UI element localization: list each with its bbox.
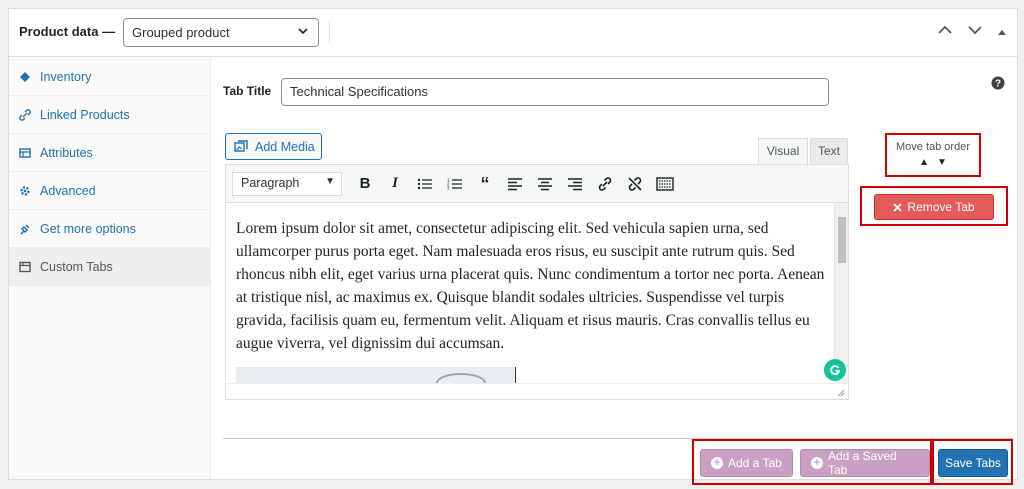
plugin-icon (20, 223, 30, 235)
editor-content[interactable]: Lorem ipsum dolor sit amet, consectetur … (226, 203, 836, 385)
tab-visual[interactable]: Visual (758, 138, 808, 164)
editor-toolbar: Paragraph ▼ B I 123 “ (226, 165, 848, 203)
svg-text:3: 3 (447, 185, 450, 190)
header-divider (329, 21, 330, 43)
product-data-title: Product data — (19, 24, 116, 39)
add-tab-label: Add a Tab (728, 456, 782, 470)
unlink-icon[interactable] (624, 173, 646, 195)
move-tab-order-label: Move tab order (896, 141, 970, 153)
format-select[interactable]: Paragraph ▼ (232, 171, 342, 196)
add-tab-buttons-highlight: + Add a Tab + Add a Saved Tab (692, 439, 932, 485)
save-tabs-highlight: Save Tabs (932, 439, 1013, 485)
resize-handle-icon[interactable] (837, 389, 845, 397)
chevron-down-icon (296, 24, 310, 41)
sidebar-item-label: Advanced (40, 183, 96, 198)
link-icon (19, 108, 31, 121)
sidebar-item-inventory[interactable]: Inventory (9, 58, 210, 96)
help-icon[interactable]: ? (991, 76, 1005, 95)
remove-tab-highlight: Remove Tab (860, 186, 1008, 226)
add-media-button[interactable]: Add Media (225, 133, 322, 160)
editor-scrollbar[interactable] (834, 203, 848, 385)
gear-icon (20, 185, 30, 196)
add-saved-tab-button[interactable]: + Add a Saved Tab (800, 449, 930, 477)
bold-icon[interactable]: B (354, 173, 376, 195)
align-right-icon[interactable] (564, 173, 586, 195)
plus-circle-icon: + (811, 457, 823, 469)
close-icon (893, 202, 903, 212)
media-icon (234, 139, 248, 152)
sidebar-item-label: Attributes (40, 145, 93, 160)
panel-controls (937, 23, 1007, 41)
tab-text[interactable]: Text (810, 138, 848, 164)
sidebar-item-linked-products[interactable]: Linked Products (9, 96, 210, 134)
product-data-tabs: Inventory Linked Products Attributes Adv… (9, 58, 211, 479)
grammarly-icon[interactable] (824, 359, 846, 381)
rich-text-editor: Paragraph ▼ B I 123 “ Lorem ipsum dolor … (225, 164, 849, 400)
sidebar-item-advanced[interactable]: Advanced (9, 172, 210, 210)
format-select-value: Paragraph (241, 175, 300, 190)
blockquote-icon[interactable]: “ (474, 173, 496, 195)
tabs-icon (19, 261, 31, 272)
svg-text:?: ? (995, 79, 1001, 90)
move-down-icon[interactable] (967, 23, 983, 41)
save-tabs-button[interactable]: Save Tabs (938, 449, 1008, 477)
tab-title-label: Tab Title (223, 84, 272, 98)
tab-title-input[interactable]: Technical Specifications (281, 78, 829, 106)
dropdown-arrow-icon: ▼ (325, 175, 335, 187)
add-media-label: Add Media (255, 139, 315, 154)
sidebar-item-label: Get more options (40, 221, 136, 236)
sidebar-item-custom-tabs[interactable]: Custom Tabs (9, 248, 210, 286)
plus-circle-icon: + (711, 457, 723, 469)
table-icon (19, 147, 31, 158)
sidebar-item-label: Linked Products (40, 107, 130, 122)
insert-link-icon[interactable] (594, 173, 616, 195)
product-data-header: Product data — Grouped product (9, 9, 1017, 57)
product-data-panel: Product data — Grouped product Inventory (8, 8, 1018, 485)
collapse-toggle-icon[interactable] (997, 23, 1007, 41)
bullet-list-icon[interactable] (414, 173, 436, 195)
sidebar-item-label: Custom Tabs (40, 259, 113, 274)
move-tab-down-icon[interactable]: ▼ (937, 157, 947, 168)
content-paragraph: Lorem ipsum dolor sit amet, consectetur … (236, 220, 825, 352)
move-tab-up-icon[interactable]: ▲ (919, 157, 929, 168)
editor-statusbar (226, 383, 848, 399)
sidebar-item-attributes[interactable]: Attributes (9, 134, 210, 172)
add-saved-tab-label: Add a Saved Tab (827, 449, 897, 477)
add-tab-button[interactable]: + Add a Tab (700, 449, 793, 477)
sidebar-item-get-more-options[interactable]: Get more options (9, 210, 210, 248)
product-type-value: Grouped product (132, 25, 230, 40)
italic-icon[interactable]: I (384, 173, 406, 195)
numbered-list-icon[interactable]: 123 (444, 173, 466, 195)
toolbar-toggle-icon[interactable] (654, 173, 676, 195)
diamond-icon (20, 71, 30, 82)
align-center-icon[interactable] (534, 173, 556, 195)
product-type-select[interactable]: Grouped product (123, 18, 319, 47)
remove-tab-label: Remove Tab (907, 200, 975, 214)
sidebar-item-label: Inventory (40, 69, 92, 84)
custom-tab-editor: Tab Title Technical Specifications ? Add… (211, 58, 1017, 485)
move-tab-order: Move tab order ▲ ▼ (885, 133, 981, 177)
move-up-icon[interactable] (937, 23, 953, 41)
align-left-icon[interactable] (504, 173, 526, 195)
remove-tab-button[interactable]: Remove Tab (874, 194, 994, 220)
